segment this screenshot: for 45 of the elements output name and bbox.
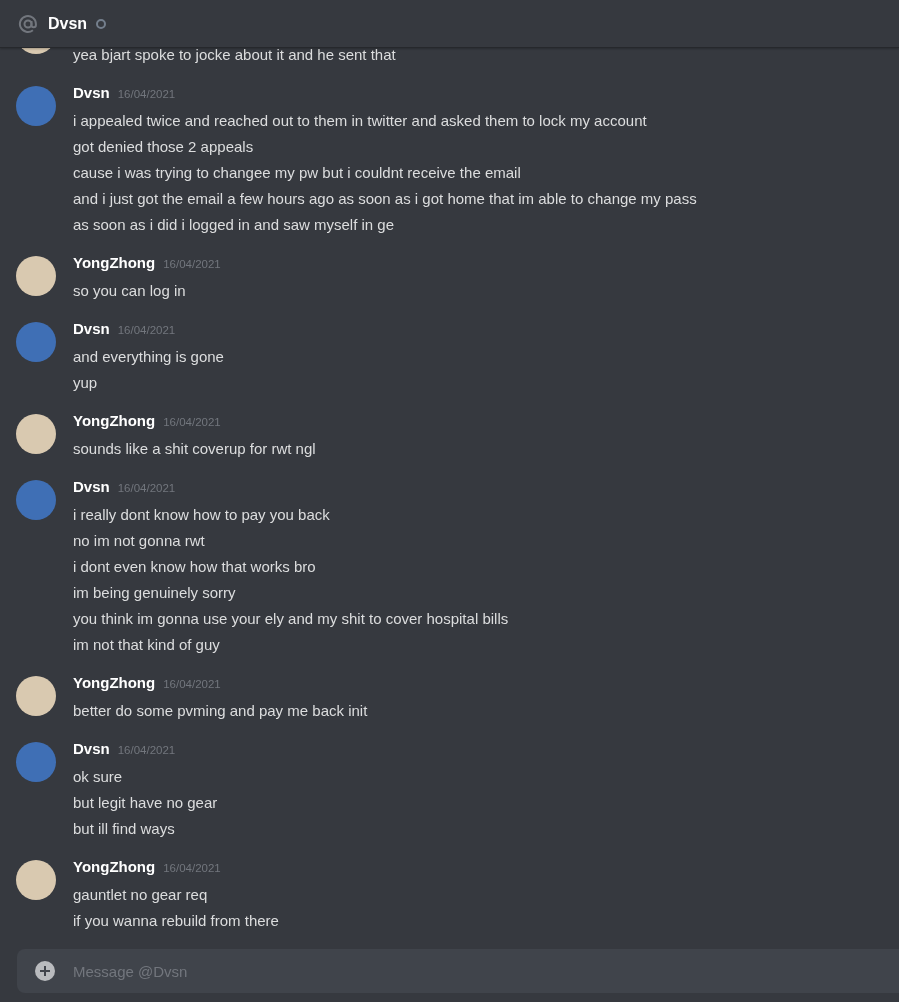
username[interactable]: Dvsn: [73, 84, 110, 101]
message-text: got denied those 2 appeals: [73, 137, 255, 157]
timestamp: 16/04/2021: [163, 678, 221, 690]
message-text: i dont even know how that works bro: [73, 557, 317, 577]
timestamp: 16/04/2021: [117, 482, 176, 494]
username[interactable]: YongZhong: [73, 858, 156, 875]
username[interactable]: Dvsn: [73, 740, 110, 757]
message-text: sounds like a shit coverup for rwt ngl: [73, 439, 316, 459]
timestamp: 16/04/2021: [163, 416, 221, 428]
message-text: i really dont know how to pay you back: [73, 505, 331, 525]
message-text: as soon as i did i logged in and saw myself in ge: [73, 215, 396, 235]
add-icon[interactable]: [35, 961, 55, 981]
message-text: and i just got the email a few hours ago as soon as i got home that im able to change my pass: [73, 189, 697, 209]
message-text: but ill find ways: [73, 819, 176, 839]
username[interactable]: YongZhong: [73, 254, 156, 271]
username[interactable]: YongZhong: [73, 674, 156, 691]
message-text: if you wanna rebuild from there: [73, 911, 279, 931]
message-text: so you can log in: [73, 281, 187, 301]
message-text: i appealed twice and reached out to them in twitter and asked them to lock my account: [73, 111, 648, 131]
message-text: you think im gonna use your ely and my shit to cover hospital bills: [73, 609, 509, 629]
message-text: yea bjart spoke to jocke about it and he sent that: [73, 48, 396, 65]
message-text: no im not gonna rwt: [73, 531, 206, 551]
message-text: better do some pvming and pay me back init: [73, 701, 368, 721]
username[interactable]: Dvsn: [73, 320, 110, 337]
message-text: and everything is gone: [73, 347, 224, 367]
avatar[interactable]: [16, 414, 56, 454]
message-text: cause i was trying to changee my pw but i couldnt receive the email: [73, 163, 522, 183]
avatar[interactable]: [16, 676, 56, 716]
message-text: ok sure: [73, 767, 124, 787]
channel-title: Dvsn: [48, 14, 88, 33]
avatar[interactable]: [16, 256, 56, 296]
timestamp: 16/04/2021: [117, 88, 176, 100]
at-sign-icon: [18, 13, 38, 34]
message-text: im not that kind of guy: [73, 635, 221, 655]
username[interactable]: Dvsn: [73, 478, 110, 495]
message-text: gauntlet no gear req: [73, 885, 209, 905]
message-text: but legit have no gear: [73, 793, 218, 813]
avatar[interactable]: [16, 860, 56, 900]
message-text: im being genuinely sorry: [73, 583, 237, 603]
message-text: yup: [73, 373, 99, 393]
timestamp: 16/04/2021: [163, 258, 221, 270]
timestamp: 16/04/2021: [163, 862, 221, 874]
timestamp: 16/04/2021: [117, 324, 176, 336]
username[interactable]: YongZhong: [73, 412, 156, 429]
timestamp: 16/04/2021: [117, 744, 176, 756]
